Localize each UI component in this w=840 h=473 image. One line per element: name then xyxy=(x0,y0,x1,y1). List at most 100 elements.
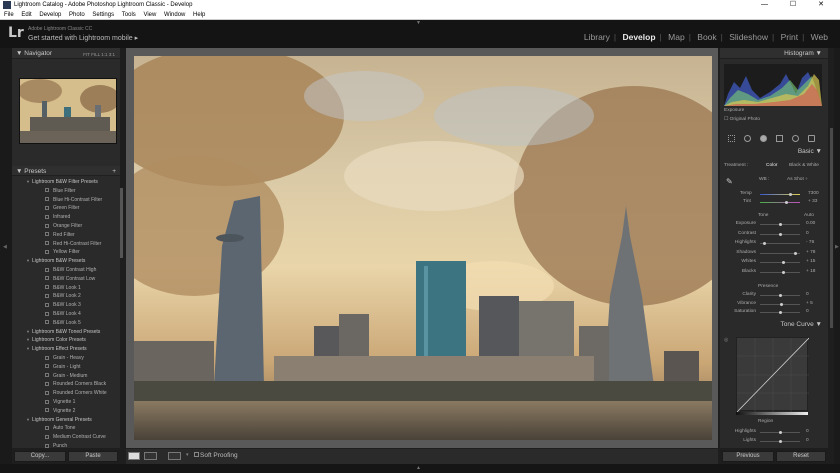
preset-item[interactable]: Blue Hi-Contrast Filter xyxy=(12,196,120,205)
preset-item[interactable]: B&W Look 1 xyxy=(12,284,120,293)
preset-item[interactable]: B&W Look 3 xyxy=(12,301,120,310)
preset-item[interactable]: Auto Tone xyxy=(12,424,120,433)
original-photo-checkbox[interactable]: ☐ Original Photo xyxy=(724,117,760,122)
add-preset-button[interactable]: + xyxy=(112,166,116,177)
menu-edit[interactable]: Edit xyxy=(21,12,31,18)
tint-slider[interactable] xyxy=(760,202,800,203)
collapse-top-icon[interactable]: ▼ xyxy=(416,20,421,26)
preset-item[interactable]: Red Hi-Contrast Filter xyxy=(12,240,120,249)
zoom-fit[interactable]: FIT xyxy=(83,52,90,57)
expand-filmstrip-icon[interactable]: ▲ xyxy=(416,465,421,471)
basic-header[interactable]: Basic ▼ xyxy=(720,148,828,155)
zoom-1-1[interactable]: 1:1 xyxy=(101,52,107,57)
preset-item[interactable]: B&W Look 5 xyxy=(12,319,120,328)
preset-folder[interactable]: ▼ Lightroom B&W Toned Presets xyxy=(12,328,120,337)
preset-folder[interactable]: ▼ Lightroom General Presets xyxy=(12,416,120,425)
module-slideshow[interactable]: Slideshow xyxy=(725,32,772,42)
main-photo[interactable] xyxy=(134,56,712,440)
collapse-left-icon[interactable]: ◀ xyxy=(3,244,7,250)
slider-knob[interactable] xyxy=(782,270,786,274)
menu-photo[interactable]: Photo xyxy=(69,12,85,18)
minimize-button[interactable]: — xyxy=(761,1,778,8)
crop-icon[interactable] xyxy=(728,135,735,142)
module-book[interactable]: Book xyxy=(693,32,720,42)
menu-tools[interactable]: Tools xyxy=(122,12,136,18)
preset-item[interactable]: Yellow Filter xyxy=(12,248,120,257)
preset-item[interactable]: Infrared xyxy=(12,213,120,222)
preset-item[interactable]: B&W Look 2 xyxy=(12,292,120,301)
preset-folder[interactable]: ▼ Lightroom B&W Filter Presets xyxy=(12,178,120,187)
preset-item[interactable]: Grain - Medium xyxy=(12,372,120,381)
slider-value[interactable]: 0 xyxy=(806,309,809,314)
treatment-bw-option[interactable]: Black & White xyxy=(789,163,819,168)
module-print[interactable]: Print xyxy=(777,32,802,42)
menu-view[interactable]: View xyxy=(143,12,156,18)
module-web[interactable]: Web xyxy=(807,32,832,42)
slider-value[interactable]: 0 xyxy=(806,292,809,297)
reset-button[interactable]: Reset xyxy=(776,451,826,462)
collapse-right-icon[interactable]: ▶ xyxy=(835,244,839,250)
module-map[interactable]: Map xyxy=(664,32,689,42)
left-scrollbar[interactable] xyxy=(120,48,124,448)
tint-value[interactable]: + 33 xyxy=(808,199,817,204)
temp-value[interactable]: 7300 xyxy=(808,191,819,196)
graduated-filter-icon[interactable] xyxy=(776,135,783,142)
histogram-chart[interactable] xyxy=(724,64,822,106)
preset-item[interactable]: Punch xyxy=(12,442,120,450)
preset-item[interactable]: Green Filter xyxy=(12,204,120,213)
preset-item[interactable]: Blue Filter xyxy=(12,187,120,196)
slider-value[interactable]: 0 xyxy=(806,231,809,236)
preset-item[interactable]: Vignette 2 xyxy=(12,407,120,416)
loupe-view-icon[interactable] xyxy=(128,452,140,460)
slider-value[interactable]: 0 xyxy=(806,438,809,443)
eyedropper-icon[interactable]: ✎ xyxy=(726,177,733,186)
tone-curve-header[interactable]: Tone Curve ▼ xyxy=(720,321,828,328)
slider-knob[interactable] xyxy=(779,302,783,306)
slider-knob[interactable] xyxy=(794,251,798,255)
presets-header[interactable]: ▼ Presets + xyxy=(12,166,120,176)
red-eye-icon[interactable] xyxy=(760,135,767,142)
preset-item[interactable]: Vignette 1 xyxy=(12,398,120,407)
tone-curve-graph[interactable] xyxy=(736,337,810,413)
preset-item[interactable]: Grain - Light xyxy=(12,363,120,372)
preset-item[interactable]: B&W Contrast Low xyxy=(12,275,120,284)
menu-window[interactable]: Window xyxy=(164,12,185,18)
target-adjust-icon[interactable]: ◎ xyxy=(724,337,728,343)
module-library[interactable]: Library xyxy=(580,32,614,42)
slider-knob[interactable] xyxy=(778,431,782,434)
before-after-split-icon[interactable] xyxy=(168,452,181,460)
slider-value[interactable]: + 5 xyxy=(806,301,813,306)
preset-item[interactable]: B&W Look 4 xyxy=(12,310,120,319)
preset-folder[interactable]: ▼ Lightroom Color Presets xyxy=(12,336,120,345)
navigator-preview[interactable] xyxy=(18,78,120,144)
slider-knob[interactable] xyxy=(778,439,782,443)
preset-item[interactable]: Medium Contrast Curve xyxy=(12,433,120,442)
mobile-prompt-link[interactable]: Get started with Lightroom mobile ▸ xyxy=(28,34,138,42)
adjustment-brush-icon[interactable] xyxy=(808,135,815,142)
preset-item[interactable]: Rounded Corners White xyxy=(12,389,120,398)
zoom-fill[interactable]: FILL xyxy=(91,52,100,57)
preset-folder[interactable]: ▼ Lightroom Effect Presets xyxy=(12,345,120,354)
close-button[interactable]: ✕ xyxy=(818,1,834,8)
preset-item[interactable]: Rounded Corners Black xyxy=(12,380,120,389)
maximize-button[interactable]: ☐ xyxy=(790,1,806,8)
before-after-icon[interactable] xyxy=(144,452,157,460)
slider-value[interactable]: + 15 xyxy=(806,259,815,264)
preset-item[interactable]: Red Filter xyxy=(12,231,120,240)
slider-knob[interactable] xyxy=(778,223,782,226)
preset-item[interactable]: Orange Filter xyxy=(12,222,120,231)
menu-settings[interactable]: Settings xyxy=(92,12,114,18)
copy-button[interactable]: Copy... xyxy=(14,451,66,462)
slider-value[interactable]: + 78 xyxy=(806,250,815,255)
menu-develop[interactable]: Develop xyxy=(39,12,61,18)
previous-button[interactable]: Previous xyxy=(722,451,774,462)
slider-value[interactable]: 0 xyxy=(806,429,809,434)
menu-help[interactable]: Help xyxy=(193,12,205,18)
slider-value[interactable]: 0.00 xyxy=(806,221,815,226)
dropdown-arrow-icon[interactable]: ▾ xyxy=(186,452,189,458)
navigator-header[interactable]: ▼ Navigator FIT FILL 1:1 3:1 xyxy=(12,48,120,59)
slider-knob[interactable] xyxy=(778,232,782,236)
slider-value[interactable]: - 76 xyxy=(806,240,814,245)
slider-track[interactable] xyxy=(760,262,800,263)
right-scrollbar[interactable] xyxy=(829,48,834,448)
